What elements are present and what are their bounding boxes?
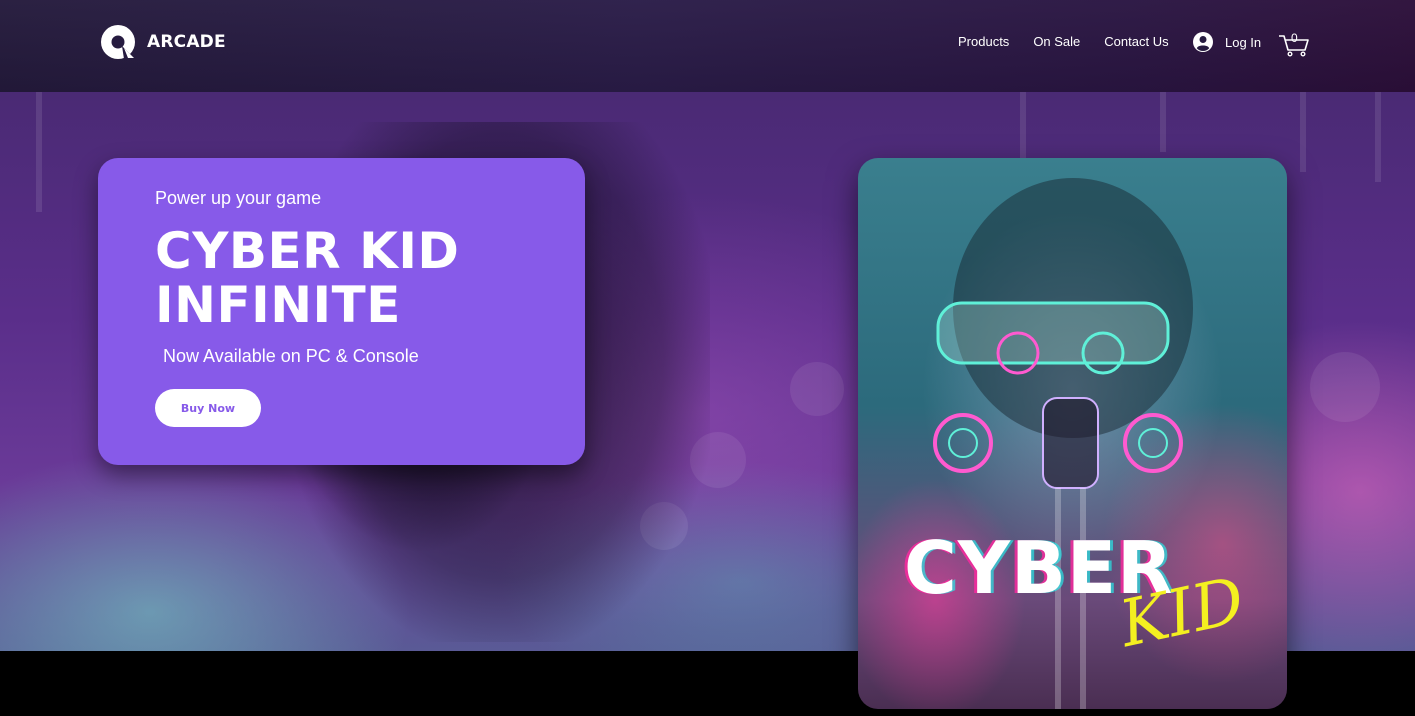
background-streak	[1020, 92, 1026, 162]
login-button[interactable]: Log In	[1193, 32, 1261, 52]
availability-text: Now Available on PC & Console	[163, 346, 419, 366]
promo-tagline: Power up your game	[155, 188, 322, 208]
game-cover-image[interactable]: CYBER KID	[858, 158, 1287, 709]
background-streak	[1375, 92, 1381, 182]
nav-contact-us[interactable]: Contact Us	[1104, 34, 1168, 49]
nav-on-sale[interactable]: On Sale	[1033, 34, 1080, 49]
background-streak	[36, 92, 42, 212]
cart-button[interactable]: 0	[1278, 30, 1310, 58]
promo-title: CYBER KID INFINITE	[155, 224, 555, 332]
site-header: ARCADE Products On Sale Contact Us Log I…	[0, 0, 1415, 92]
logo-text: ARCADE	[147, 32, 226, 52]
promo-title-line2: INFINITE	[155, 276, 401, 334]
buy-now-button[interactable]: Buy Now	[155, 389, 261, 427]
user-icon	[1193, 32, 1213, 52]
promo-card: Power up your game CYBER KID INFINITE No…	[98, 158, 585, 465]
nav-products[interactable]: Products	[958, 34, 1009, 49]
background-bokeh	[790, 362, 844, 416]
cart-count: 0	[1291, 31, 1298, 45]
background-streak	[1160, 92, 1166, 152]
logo[interactable]: ARCADE	[98, 22, 226, 62]
promo-title-line1: CYBER KID	[155, 222, 460, 280]
background-bokeh	[1310, 352, 1380, 422]
background-streak	[1300, 92, 1306, 172]
arcade-logo-icon	[101, 25, 135, 59]
main-nav: Products On Sale Contact Us	[958, 34, 1193, 49]
login-label: Log In	[1225, 34, 1262, 50]
